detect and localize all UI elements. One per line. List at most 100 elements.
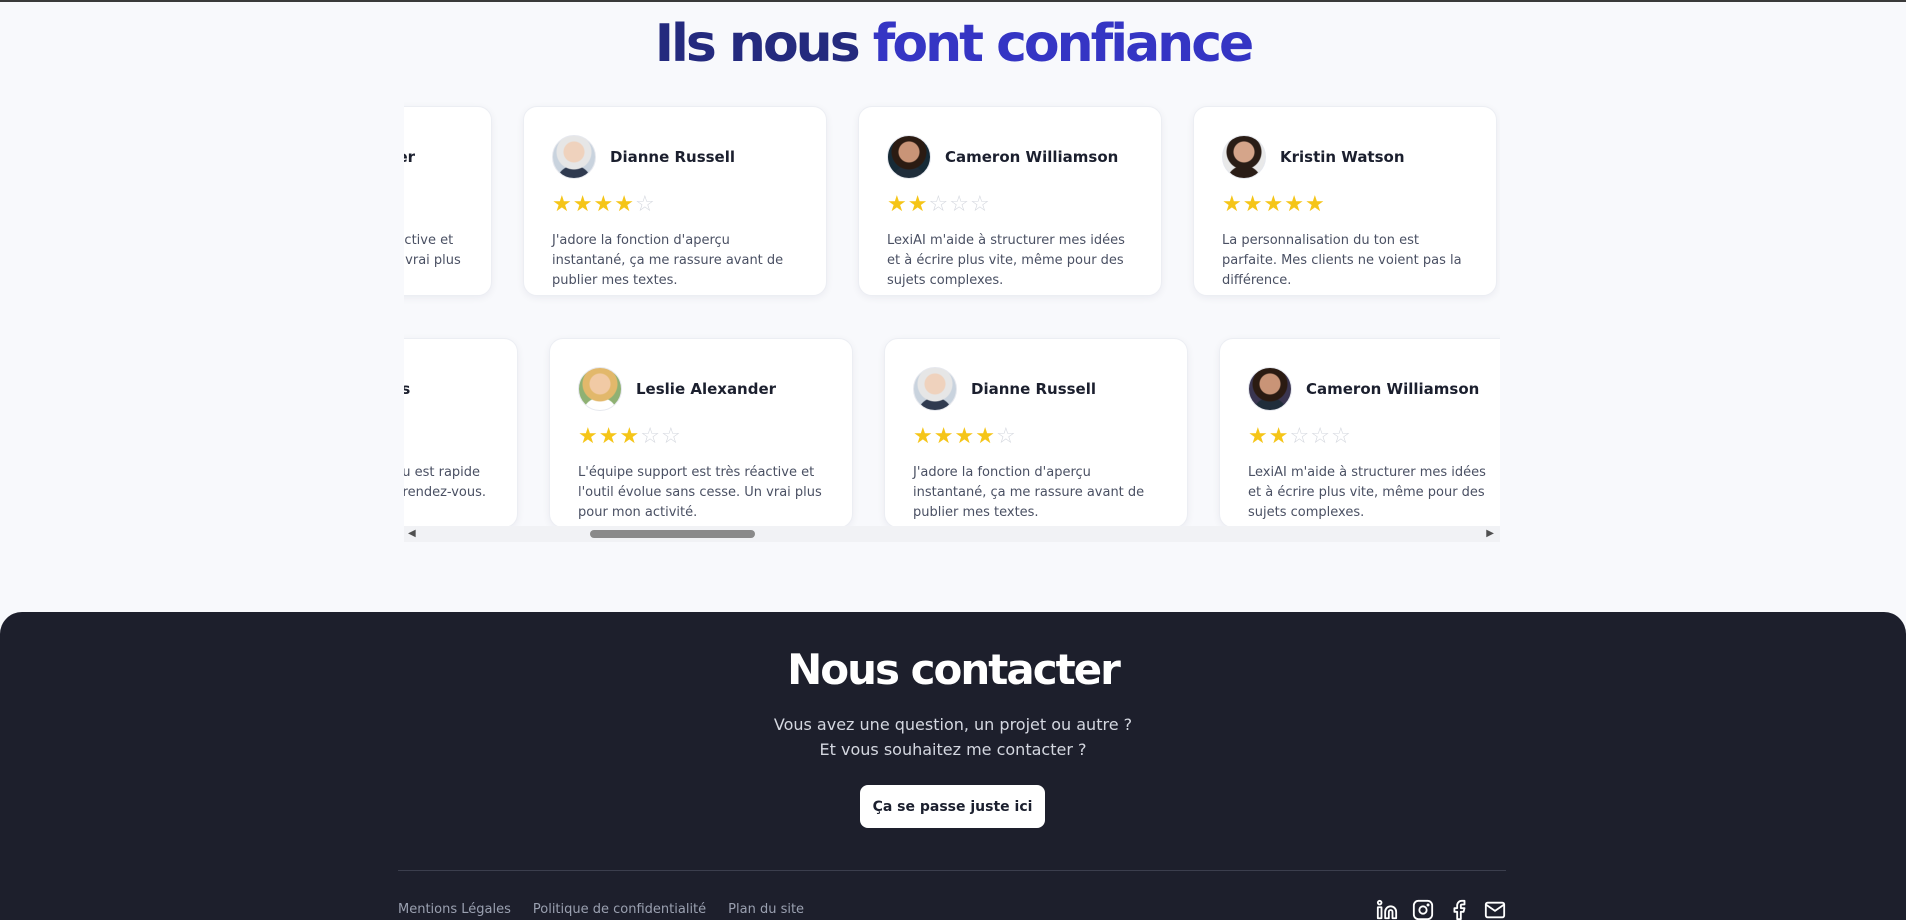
star-rating: ★★★★★ [1222, 193, 1326, 217]
star-empty-icon: ☆ [1310, 424, 1331, 449]
star-empty-icon: ☆ [928, 192, 950, 217]
testimonial-author: Leslie Alexander [636, 380, 777, 398]
testimonial-author: Kristin Watson [1280, 148, 1405, 166]
testimonial-text: L'équipe support est très réactive et l'… [404, 233, 461, 268]
testimonial-text: LexiAI m'aide à structurer mes idées et … [887, 233, 1125, 288]
avatar [1248, 367, 1292, 411]
testimonial-header: Leslie Alexander [578, 367, 776, 411]
star-empty-icon: ☆ [660, 424, 682, 449]
title-part-1: Ils nous [654, 14, 873, 74]
contact-title: Nous contacter [787, 645, 1121, 694]
star-filled-icon: ★ [907, 192, 929, 217]
avatar [887, 135, 931, 179]
star-filled-icon: ★ [887, 192, 908, 217]
testimonial-card: Cameron Williamson ★★☆☆☆ LexiAI m'aide à s… [858, 106, 1162, 296]
legal-notice-link[interactable]: Mentions Légales [398, 902, 511, 917]
horizontal-scrollbar[interactable]: ◀ ▶ [404, 526, 1500, 542]
section-title: Ils nous font confiance [0, 10, 1906, 78]
star-rating: ★★★★☆ [552, 193, 656, 217]
star-filled-icon: ★ [598, 424, 620, 449]
testimonial-header: Kristin Watson [1222, 135, 1405, 179]
star-empty-icon: ☆ [640, 424, 661, 449]
testimonial-author: Cameron Williamson [1306, 380, 1480, 398]
star-filled-icon: ★ [1263, 192, 1285, 217]
testimonial-text: La personnalisation du ton est parfaite.… [1222, 233, 1462, 288]
testimonial-header: Cameron Williamson [1248, 367, 1479, 411]
testimonial-header: Guy Hawkins [404, 367, 410, 411]
testimonial-card: Leslie Alexander★★★☆☆L'équipe support es… [404, 106, 492, 296]
star-filled-icon: ★ [1248, 424, 1269, 449]
avatar [578, 367, 622, 411]
star-empty-icon: ☆ [969, 192, 991, 217]
avatar [1222, 135, 1266, 179]
star-rating: ★★☆☆☆ [887, 193, 991, 217]
scroll-right-arrow-icon[interactable]: ▶ [1486, 528, 1494, 540]
star-filled-icon: ★ [1304, 192, 1326, 217]
star-filled-icon: ★ [552, 192, 573, 217]
footer-divider [398, 870, 1506, 871]
star-filled-icon: ★ [1242, 192, 1264, 217]
testimonial-header: Leslie Alexander [404, 135, 415, 179]
testimonials-carousel[interactable]: Leslie Alexander★★★☆☆L'équipe support es… [404, 98, 1500, 540]
star-filled-icon: ★ [593, 192, 615, 217]
testimonial-header: Dianne Russell [913, 367, 1096, 411]
instagram-icon[interactable] [1412, 899, 1434, 920]
social-links [1376, 899, 1506, 920]
scroll-left-arrow-icon[interactable]: ◀ [408, 528, 416, 540]
star-filled-icon: ★ [1284, 192, 1305, 217]
star-filled-icon: ★ [933, 424, 955, 449]
testimonial-card: Dianne Russell ★★★★☆ J'adore la fonction d… [523, 106, 827, 296]
star-filled-icon: ★ [1222, 192, 1243, 217]
avatar [913, 367, 957, 411]
facebook-icon[interactable] [1448, 899, 1470, 920]
star-rating: ★★☆☆☆ [1248, 425, 1352, 449]
testimonial-text: J'adore la fonction d'aperçu instantané,… [913, 465, 1145, 520]
star-empty-icon: ☆ [995, 424, 1017, 449]
testimonial-row-2: Guy Hawkins★★★★★La génération de contenu… [404, 338, 1500, 538]
testimonial-text: LexiAI m'aide à structurer mes idées et … [1248, 465, 1486, 520]
contact-subtitle: Vous avez une question, un projet ou aut… [0, 712, 1906, 762]
testimonial-author: Cameron Williamson [945, 148, 1119, 166]
testimonial-card: Kristin Watson ★★★★★ La personnalisation d… [1193, 106, 1497, 296]
star-filled-icon: ★ [619, 424, 641, 449]
star-filled-icon: ★ [1268, 424, 1290, 449]
testimonial-text: L'équipe support est très réactive et l'… [578, 465, 822, 520]
star-filled-icon: ★ [614, 192, 635, 217]
testimonial-header: Dianne Russell [552, 135, 735, 179]
contact-line-1: Vous avez une question, un projet ou aut… [773, 715, 1133, 734]
star-empty-icon: ☆ [634, 192, 656, 217]
testimonial-author: Guy Hawkins [404, 380, 410, 398]
scrollbar-thumb[interactable] [590, 530, 755, 538]
testimonial-card: Cameron Williamson ★★☆☆☆ LexiAI m'aide à s… [1219, 338, 1500, 528]
testimonial-card: Leslie Alexander★★★☆☆L'équipe support es… [549, 338, 853, 528]
testimonial-row-1: Leslie Alexander★★★☆☆L'équipe support es… [404, 106, 1500, 306]
testimonial-author: Dianne Russell [610, 148, 736, 166]
testimonial-text: J'adore la fonction d'aperçu instantané,… [552, 233, 784, 288]
star-filled-icon: ★ [578, 424, 599, 449]
title-part-2: font confiance [872, 14, 1255, 74]
testimonials-section: Ils nous font confiance Leslie Alexander… [0, 0, 1906, 612]
star-filled-icon: ★ [572, 192, 594, 217]
mail-icon[interactable] [1484, 899, 1506, 920]
star-empty-icon: ☆ [1330, 424, 1352, 449]
star-empty-icon: ☆ [949, 192, 970, 217]
star-filled-icon: ★ [954, 424, 976, 449]
testimonial-text: La génération de contenu est rapide et l… [404, 465, 487, 500]
testimonial-card: Guy Hawkins★★★★★La génération de contenu… [404, 338, 518, 528]
contact-line-2: Et vous souhaitez me contacter ? [819, 740, 1087, 759]
star-rating: ★★★★☆ [913, 425, 1017, 449]
testimonial-header: Cameron Williamson [887, 135, 1118, 179]
avatar [552, 135, 596, 179]
sitemap-link[interactable]: Plan du site [728, 902, 804, 917]
star-rating: ★★★☆☆ [578, 425, 682, 449]
star-empty-icon: ☆ [1289, 424, 1311, 449]
contact-footer: Nous contacter Vous avez une question, u… [0, 612, 1906, 920]
footer-links: Mentions Légales Politique de confidenti… [398, 902, 804, 917]
linkedin-icon[interactable] [1376, 899, 1398, 920]
privacy-policy-link[interactable]: Politique de confidentialité [533, 902, 706, 917]
star-filled-icon: ★ [975, 424, 996, 449]
testimonial-author: Leslie Alexander [404, 148, 416, 166]
testimonial-card: Dianne Russell ★★★★☆ J'adore la fonction d… [884, 338, 1188, 528]
contact-button[interactable]: Ça se passe juste ici [860, 785, 1045, 828]
testimonial-author: Dianne Russell [971, 380, 1097, 398]
